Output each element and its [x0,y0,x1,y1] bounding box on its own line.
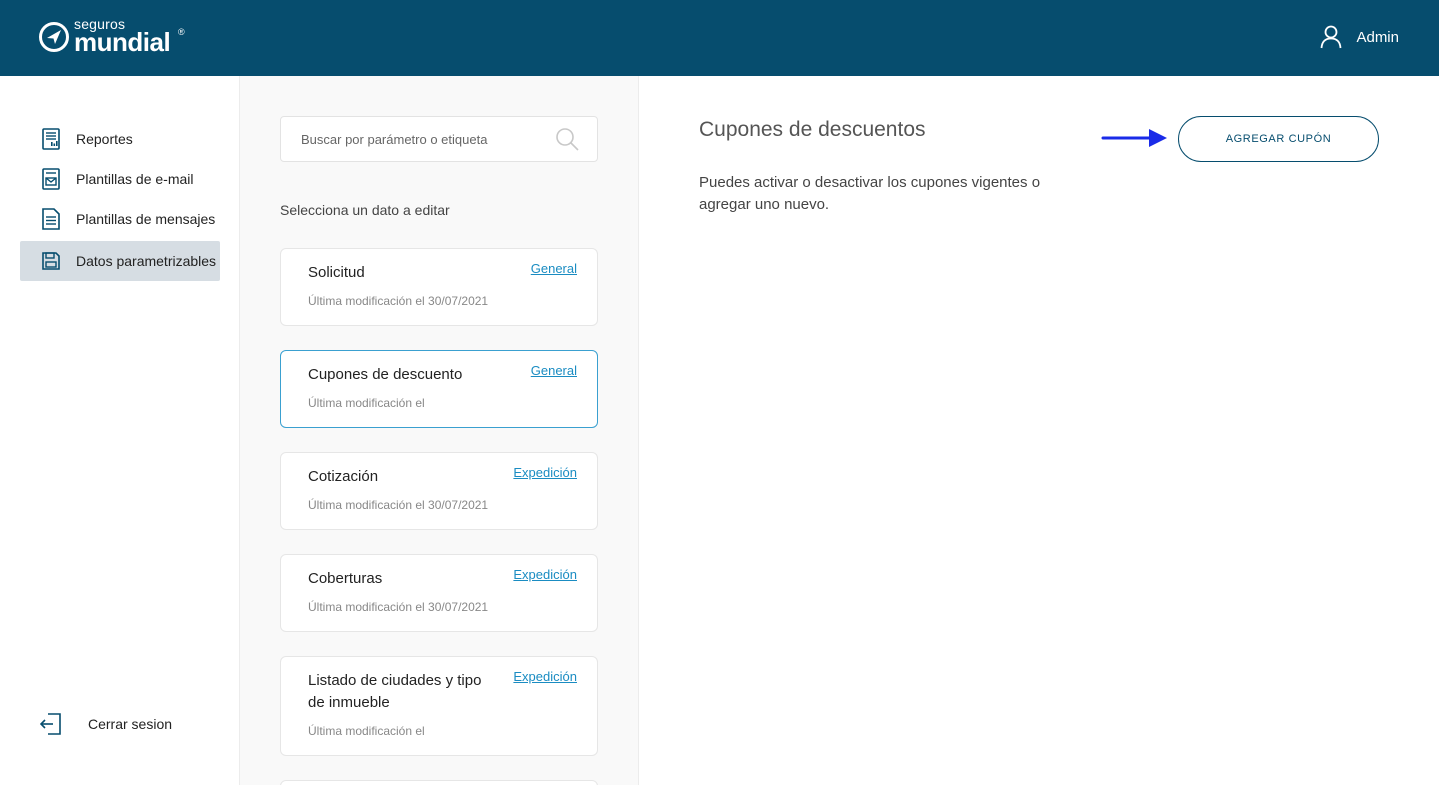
top-bar: seguros mundial ® Admin [0,0,1439,76]
email-template-icon [42,168,60,190]
logout-icon [40,713,61,735]
message-template-icon [42,208,60,230]
sidebar-item-reportes[interactable]: Reportes [20,119,220,159]
user-name: Admin [1356,28,1399,46]
add-coupon-button[interactable]: AGREGAR CUPÓN [1178,116,1379,162]
card-title: Solicitud [308,264,365,281]
sidebar-item-label: Plantillas de mensajes [76,211,216,227]
sidebar-item-datos-parametrizables[interactable]: Datos parametrizables [20,241,220,281]
card-date: Última modificación el [308,724,425,738]
card-tag-link[interactable]: General [531,363,577,378]
sidebar-item-plantillas-email[interactable]: Plantillas de e-mail [20,159,220,199]
page-title: Cupones de descuentos [699,118,926,141]
search-icon[interactable] [555,127,579,151]
card-tag-link[interactable]: Expedición [513,669,577,684]
sidebar: Reportes Plantillas de e-mail Plantillas… [0,76,240,785]
logout-button[interactable]: Cerrar sesion [40,712,172,736]
coupon-detail-panel: Cupones de descuentos Puedes activar o d… [639,76,1439,785]
database-icon [42,252,60,270]
brand-wordmark: seguros mundial ® [74,17,214,57]
card-date: Última modificación el 30/07/2021 [308,498,489,512]
compass-logo-icon [39,22,69,52]
parameter-card-cupones[interactable]: Cupones de descuento General Última modi… [280,350,598,428]
card-tag-link[interactable]: Expedición [513,567,577,582]
parameter-card-coberturas[interactable]: Coberturas Expedición Última modificació… [280,554,598,632]
parameter-card-next[interactable] [280,780,598,785]
card-title: Listado de ciudades y tipo de inmueble [308,672,482,711]
report-icon [42,128,60,150]
card-date: Última modificación el [308,396,425,410]
search-box [280,116,598,162]
sidebar-item-label: Datos parametrizables [76,253,217,269]
brand-logo[interactable]: seguros mundial ® [38,17,214,57]
parameter-card-solicitud[interactable]: Solicitud General Última modificación el… [280,248,598,326]
card-tag-link[interactable]: Expedición [513,465,577,480]
parameter-card-ciudades[interactable]: Listado de ciudades y tipo de inmueble E… [280,656,598,756]
select-data-label: Selecciona un dato a editar [280,202,450,218]
card-tag-link[interactable]: General [531,261,577,276]
registered-mark: ® [178,27,185,37]
sidebar-item-label: Reportes [76,131,133,147]
card-title: Cupones de descuento [308,366,463,383]
card-title: Cotización [308,468,379,485]
logout-label: Cerrar sesion [88,716,173,732]
card-date: Última modificación el 30/07/2021 [308,294,489,308]
user-icon [1321,25,1342,49]
page-description: Puedes activar o desactivar los cupones … [699,174,1041,213]
sidebar-item-plantillas-mensajes[interactable]: Plantillas de mensajes [20,199,220,239]
parameter-card-cotizacion[interactable]: Cotización Expedición Última modificació… [280,452,598,530]
sidebar-item-label: Plantillas de e-mail [76,171,194,187]
arrow-right-icon [1101,129,1167,147]
search-input[interactable] [281,117,551,161]
card-title: Coberturas [308,570,383,587]
card-date: Última modificación el 30/07/2021 [308,600,489,614]
parameter-list-panel: Selecciona un dato a editar Solicitud Ge… [240,76,639,785]
user-menu[interactable]: Admin [1320,24,1399,50]
brand-big-text: mundial [74,27,171,57]
